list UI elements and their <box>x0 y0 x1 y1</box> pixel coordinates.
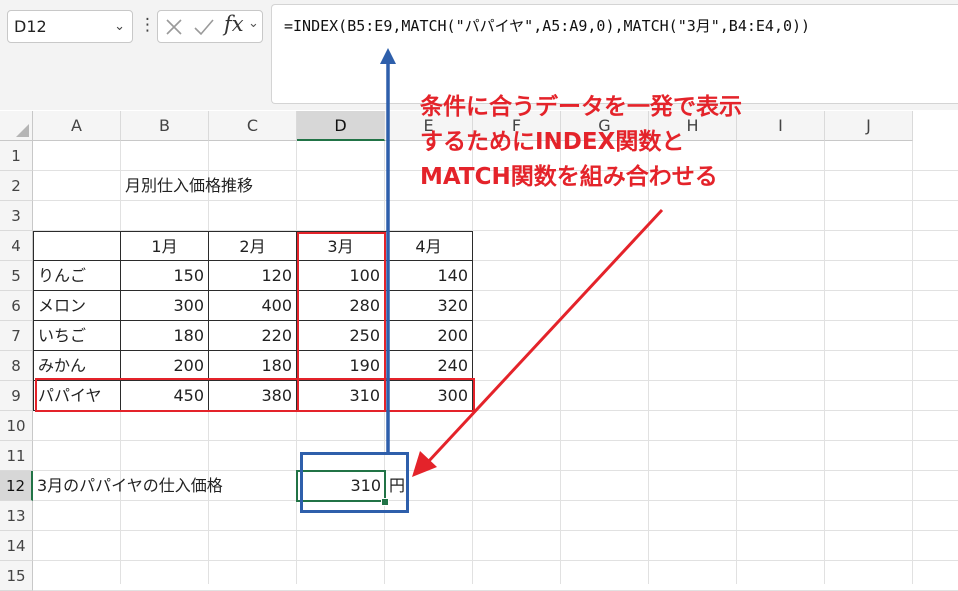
item-name-cell[interactable]: いちご <box>33 321 121 351</box>
column-header-a[interactable]: A <box>33 111 121 141</box>
price-cell[interactable]: 200 <box>121 351 209 381</box>
annotation-line: するためにINDEX関数と <box>420 129 685 155</box>
row-header-1[interactable]: 1 <box>0 141 33 171</box>
fx-icon[interactable]: fx <box>224 12 244 36</box>
column-header-c[interactable]: C <box>209 111 297 141</box>
name-box[interactable]: D12 ⌄ <box>7 10 133 43</box>
price-cell[interactable]: 400 <box>209 291 297 321</box>
gridline <box>824 141 825 584</box>
annotation-line: 条件に合うデータを一発で表示 <box>420 94 742 120</box>
result-highlight <box>300 452 409 513</box>
row-header-10[interactable]: 10 <box>0 411 33 441</box>
result-label-cell[interactable]: 3月のパパイヤの仕入価格 <box>33 471 297 501</box>
column-header-b[interactable]: B <box>121 111 209 141</box>
row-header-3[interactable]: 3 <box>0 201 33 231</box>
table-corner-cell[interactable] <box>33 231 121 261</box>
gridline <box>33 440 958 441</box>
price-cell[interactable]: 120 <box>209 261 297 291</box>
item-name-cell[interactable]: りんご <box>33 261 121 291</box>
row-header-8[interactable]: 8 <box>0 351 33 381</box>
price-cell[interactable]: 220 <box>209 321 297 351</box>
row-header-12[interactable]: 12 <box>0 471 33 501</box>
month-header[interactable]: 1月 <box>121 231 209 261</box>
row-header-13[interactable]: 13 <box>0 501 33 531</box>
price-cell[interactable]: 180 <box>209 351 297 381</box>
price-cell[interactable]: 150 <box>121 261 209 291</box>
gridline <box>912 141 913 584</box>
annotation-line: MATCH関数を組み合わせる <box>420 164 718 190</box>
papaya-row-highlight <box>35 378 475 412</box>
row-header-5[interactable]: 5 <box>0 261 33 291</box>
gridline <box>648 141 649 584</box>
row-header-14[interactable]: 14 <box>0 531 33 561</box>
row-header-6[interactable]: 6 <box>0 291 33 321</box>
select-all-button[interactable] <box>0 111 33 141</box>
month-header[interactable]: 2月 <box>209 231 297 261</box>
chevron-down-icon[interactable]: ⌄ <box>114 11 125 42</box>
more-options-icon[interactable]: ⋮ <box>139 14 156 36</box>
name-box-value: D12 <box>14 17 47 36</box>
month-header[interactable]: 4月 <box>385 231 473 261</box>
column-header-d[interactable]: D <box>297 111 385 141</box>
row-header-7[interactable]: 7 <box>0 321 33 351</box>
row-header-9[interactable]: 9 <box>0 381 33 411</box>
chevron-down-icon[interactable]: ⌄ <box>248 16 259 31</box>
price-cell[interactable]: 300 <box>121 291 209 321</box>
price-cell[interactable]: 240 <box>385 351 473 381</box>
select-all-icon <box>16 124 29 137</box>
formula-controls: fx ⌄ <box>157 10 263 43</box>
row-header-4[interactable]: 4 <box>0 231 33 261</box>
annotation-callout: 条件に合うデータを一発で表示 するためにINDEX関数と MATCH関数を組み合… <box>420 90 840 195</box>
cancel-icon[interactable] <box>164 17 184 37</box>
row-header-15[interactable]: 15 <box>0 561 33 591</box>
price-cell[interactable]: 180 <box>121 321 209 351</box>
item-name-cell[interactable]: みかん <box>33 351 121 381</box>
formula-text: =INDEX(B5:E9,MATCH("パパイヤ",A5:A9,0),MATCH… <box>284 17 811 35</box>
sheet-title-cell[interactable]: 月別仕入価格推移 <box>121 171 321 201</box>
gridline <box>33 530 958 531</box>
gridline <box>560 141 561 584</box>
price-cell[interactable]: 140 <box>385 261 473 291</box>
price-cell[interactable]: 320 <box>385 291 473 321</box>
price-cell[interactable]: 200 <box>385 321 473 351</box>
gridline <box>33 560 958 561</box>
row-header-11[interactable]: 11 <box>0 441 33 471</box>
item-name-cell[interactable]: メロン <box>33 291 121 321</box>
formula-bar[interactable]: =INDEX(B5:E9,MATCH("パパイヤ",A5:A9,0),MATCH… <box>271 4 958 104</box>
gridline <box>736 141 737 584</box>
row-header-2[interactable]: 2 <box>0 171 33 201</box>
enter-icon[interactable] <box>193 17 215 37</box>
